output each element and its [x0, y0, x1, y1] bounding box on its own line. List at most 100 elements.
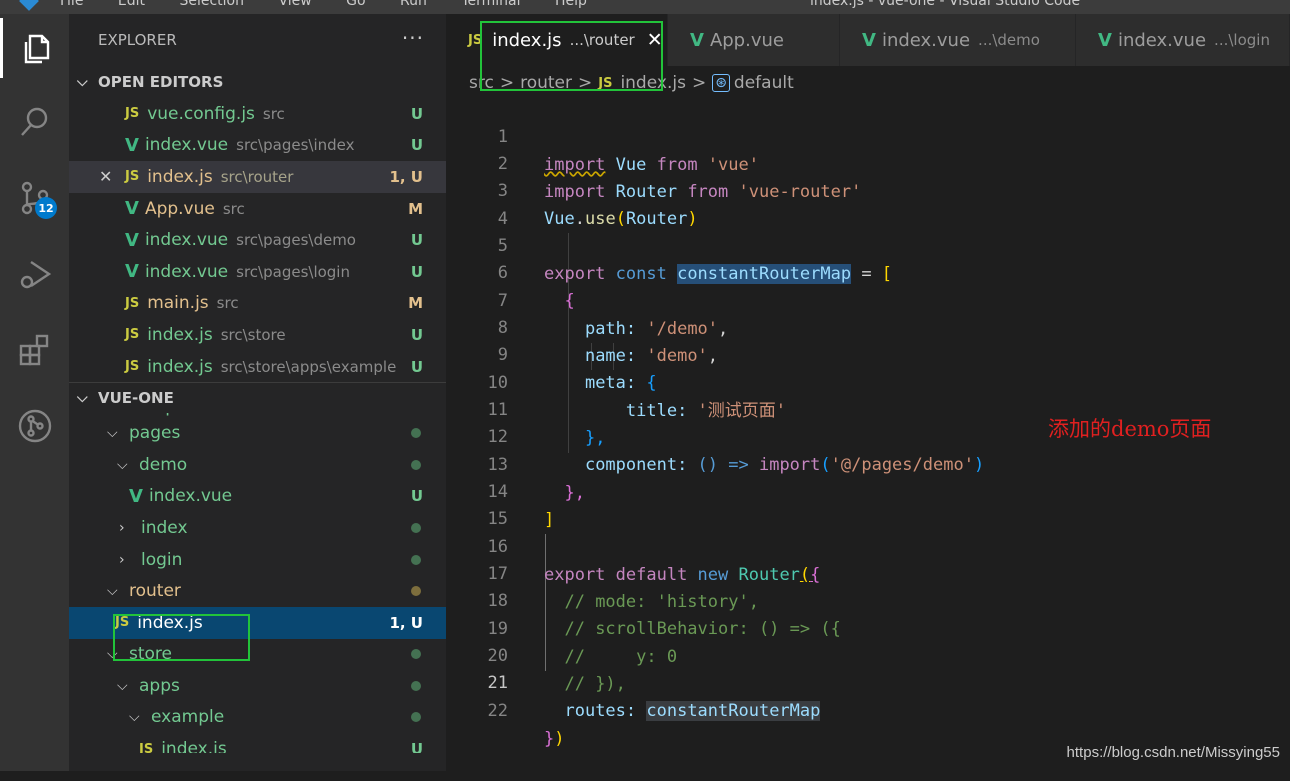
open-editor-item[interactable]: JS main.js src M	[69, 288, 446, 320]
folder-label: apps	[139, 675, 180, 696]
breadcrumb-symbol[interactable]: default	[734, 73, 794, 93]
js-file-icon: JS	[125, 327, 140, 343]
file-name: index.js	[147, 324, 213, 345]
tree-folder-index[interactable]: › index	[69, 512, 446, 544]
tree-folder-login[interactable]: › login	[69, 544, 446, 576]
js-file-icon: JS	[139, 741, 154, 754]
open-editor-item[interactable]: JS index.js src\store U	[69, 319, 446, 351]
tree-folder-pages[interactable]: ⌵ pages	[69, 417, 446, 449]
extensions-activity-button[interactable]	[0, 320, 69, 380]
file-name: index.vue	[148, 486, 233, 507]
tree-folder-example[interactable]: ⌵ example	[69, 702, 446, 734]
menu-edit[interactable]: Edit	[118, 0, 145, 9]
code-text: path: '/demo',	[584, 318, 729, 339]
chevron-down-icon: ⌵	[107, 583, 118, 600]
code-text: component: () => import('@/pages/demo')	[584, 454, 985, 475]
code-line: 16 export default new Router({	[446, 507, 821, 584]
tab-description: ...\demo	[978, 31, 1040, 49]
status-dot	[411, 522, 421, 533]
code-text: import Router from 'vue-router'	[544, 181, 862, 202]
git-status: U	[410, 262, 423, 281]
tab-description: ...\login	[1214, 31, 1270, 49]
js-file-icon: JS	[125, 295, 140, 311]
open-editor-item[interactable]: V App.vue src M	[69, 193, 446, 225]
gitlens-activity-button[interactable]	[0, 396, 69, 456]
status-dot	[411, 554, 421, 565]
explorer-activity-button[interactable]	[0, 18, 69, 78]
open-editor-item[interactable]: JS vue.config.js src U	[69, 98, 446, 130]
menu-go[interactable]: Go	[346, 0, 365, 9]
file-name: index.vue	[144, 135, 229, 156]
file-name: index.vue	[144, 230, 229, 251]
search-activity-button[interactable]	[0, 92, 69, 152]
folder-label: login	[141, 549, 183, 570]
code-text: Vue.use(Router)	[544, 208, 698, 229]
more-actions-icon[interactable]: ···	[402, 26, 424, 50]
menu-file[interactable]: File	[60, 0, 83, 9]
tree-file-example-index-js[interactable]: JS index.js U	[69, 733, 446, 753]
run-debug-activity-button[interactable]	[0, 244, 69, 304]
close-icon[interactable]: ✕	[99, 167, 112, 186]
code-text: })	[544, 728, 565, 749]
window-title: index.js - vue-one - Visual Studio Code	[810, 0, 1081, 9]
file-path: src	[222, 199, 245, 218]
code-line: 21 routes: constantRouterMap	[446, 643, 821, 721]
menu-selection[interactable]: Selection	[179, 0, 244, 9]
git-status: U	[410, 740, 423, 754]
file-path: src\store\apps\example	[220, 357, 397, 376]
menu-view[interactable]: View	[278, 0, 311, 9]
tree-folder-demo[interactable]: ⌵ demo	[69, 449, 446, 481]
vscode-logo-icon	[19, 0, 39, 11]
code-line: 2 import Router from 'vue-router'	[446, 124, 862, 201]
js-file-icon: JS	[125, 169, 140, 185]
code-line: 15	[446, 479, 508, 529]
code-text: title: '测试页面'	[625, 400, 787, 421]
folder-label: pages	[129, 423, 181, 444]
open-editors-section[interactable]: ⌵ OPEN EDITORS	[69, 66, 446, 98]
status-dot	[411, 459, 421, 470]
tree-file-demo-index-vue[interactable]: V index.vue U	[69, 481, 446, 513]
scm-badge: 12	[35, 197, 57, 219]
code-text: name: 'demo',	[584, 345, 719, 366]
code-editor[interactable]: 1 import Vue from 'vue' 2 import Router …	[446, 96, 1290, 748]
code-text: // y: 0	[564, 646, 678, 667]
git-status: U	[410, 231, 423, 250]
git-status: U	[410, 104, 423, 123]
tab-label: index.vue	[881, 29, 971, 51]
menu-terminal[interactable]: Terminal	[461, 0, 520, 9]
source-control-activity-button[interactable]: 12	[0, 168, 69, 228]
open-editor-item[interactable]: JS index.js src\store\apps\example U	[69, 351, 446, 383]
vue-file-icon: V	[125, 261, 139, 283]
js-file-icon: JS	[125, 359, 140, 375]
chevron-down-icon: ⌵	[129, 709, 140, 726]
tab-login-index-vue[interactable]: V index.vue ...\login	[1076, 14, 1290, 66]
chevron-right-icon: ›	[107, 413, 119, 415]
project-section[interactable]: ⌵ VUE-ONE	[69, 382, 446, 413]
git-status: 1, U	[389, 613, 423, 632]
tab-demo-index-vue[interactable]: V index.vue ...\demo	[840, 14, 1076, 66]
vue-file-icon: V	[125, 229, 139, 251]
vue-file-icon: V	[129, 485, 143, 507]
tab-app-vue[interactable]: V App.vue	[668, 14, 840, 66]
tree-folder-router[interactable]: ⌵ router	[69, 575, 446, 607]
file-name: main.js	[147, 293, 209, 314]
code-line: 11 },	[446, 370, 606, 447]
vue-file-icon: V	[125, 134, 139, 156]
open-editor-item[interactable]: V index.vue src\pages\index U	[69, 130, 446, 162]
vue-file-icon: V	[125, 198, 139, 220]
chevron-right-icon: ›	[119, 519, 125, 536]
tab-label: index.vue	[1117, 29, 1207, 51]
status-dot	[411, 586, 421, 597]
vue-file-icon: V	[862, 29, 876, 51]
code-line: 18 // scrollBehavior: () => ({	[446, 561, 841, 638]
menu-help[interactable]: Help	[555, 0, 587, 9]
code-text: routes: constantRouterMap	[564, 700, 821, 721]
open-editor-item-active[interactable]: ✕ JS index.js src\router 1, U	[69, 161, 446, 193]
project-title: VUE-ONE	[98, 389, 174, 408]
open-editor-item[interactable]: V index.vue src\pages\login U	[69, 256, 446, 288]
open-editor-item[interactable]: V index.vue src\pages\demo U	[69, 224, 446, 256]
menu-run[interactable]: Run	[400, 0, 427, 9]
code-line: 22 })	[446, 671, 565, 748]
tree-folder-apps[interactable]: ⌵ apps	[69, 670, 446, 702]
chevron-down-icon: ⌵	[77, 390, 88, 407]
